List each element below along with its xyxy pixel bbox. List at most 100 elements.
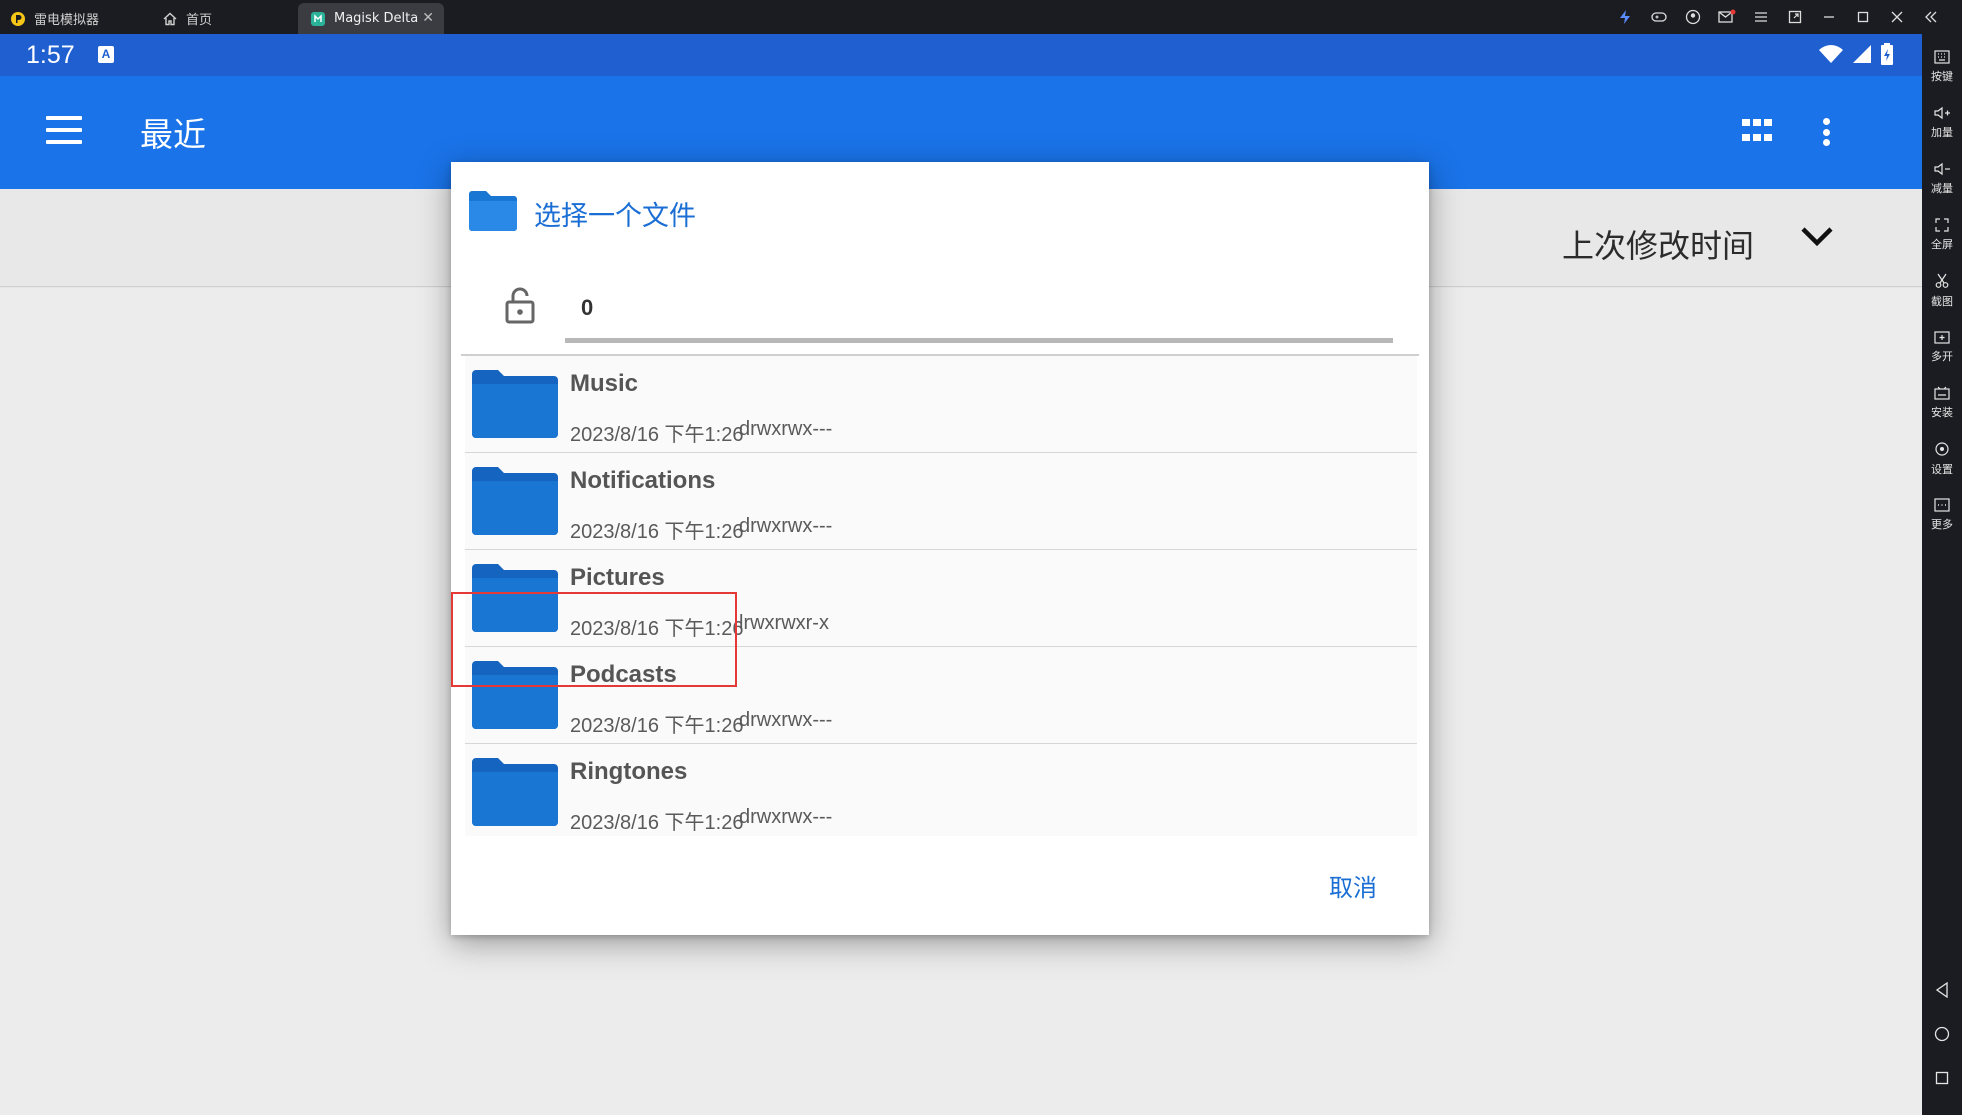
apk-install-icon — [1934, 386, 1950, 400]
tab-close-icon[interactable]: ✕ — [422, 10, 434, 26]
home-icon — [162, 11, 178, 27]
minimize-icon[interactable] — [1812, 0, 1846, 34]
folder-icon — [471, 756, 559, 832]
path-input[interactable]: 0 — [581, 295, 593, 321]
unlock-icon[interactable] — [505, 286, 535, 328]
file-name: Notifications — [570, 467, 716, 494]
sort-label[interactable]: 上次修改时间 — [1562, 221, 1754, 267]
tab-magisk-delta[interactable]: Magisk Delta ✕ — [298, 3, 444, 34]
tab-label: 首页 — [186, 13, 213, 28]
settings-icon — [1935, 442, 1949, 456]
tab-label: Magisk Delta — [334, 11, 419, 26]
sidebar-fullscreen-button[interactable]: 全屏 — [1922, 210, 1962, 260]
sidebar-volume-up-button[interactable]: 加量 — [1922, 98, 1962, 148]
sidebar-label: 加量 — [1931, 126, 1953, 139]
grid-view-icon[interactable] — [1742, 119, 1772, 145]
file-permissions: drwxrwx--- — [739, 709, 833, 731]
emulator-sidebar: 按键 加量 减量 全屏 截图 多开 安装 设置 更多 — [1922, 34, 1962, 1115]
sidebar-screenshot-button[interactable]: 截图 — [1922, 266, 1962, 316]
file-permissions: drwxrwx--- — [739, 806, 833, 828]
signal-icon — [1853, 45, 1871, 63]
sidebar-label: 安装 — [1931, 406, 1953, 419]
file-date: 2023/8/16 下午1:26 — [570, 812, 744, 834]
tab-home[interactable]: 首页 — [162, 3, 212, 34]
file-name: Ringtones — [570, 758, 688, 785]
cancel-button[interactable]: 取消 — [1329, 868, 1377, 903]
nav-home-button[interactable] — [1922, 1014, 1962, 1054]
hamburger-icon[interactable] — [1744, 0, 1778, 34]
sidebar-multi-instance-button[interactable]: 多开 — [1922, 322, 1962, 372]
list-item[interactable]: Podcasts 2023/8/16 下午1:26 drwxrwx--- — [465, 647, 1417, 744]
list-item[interactable]: Pictures 2023/8/16 下午1:26 lrwxrwxr-x — [465, 550, 1417, 647]
android-status-bar: 1:57 A — [0, 34, 1922, 76]
tab-label: 雷电模拟器 — [34, 13, 100, 28]
folder-icon — [467, 188, 519, 236]
magisk-app-icon — [310, 11, 326, 27]
sidebar-label: 截图 — [1931, 295, 1953, 308]
file-list: Music 2023/8/16 下午1:26 drwxrwx--- Notifi… — [465, 356, 1417, 836]
battery-icon — [1881, 43, 1893, 65]
sidebar-label: 多开 — [1931, 350, 1953, 363]
list-item[interactable]: Notifications 2023/8/16 下午1:26 drwxrwx--… — [465, 453, 1417, 550]
file-name: Podcasts — [570, 661, 677, 688]
sidebar-settings-button[interactable]: 设置 — [1922, 434, 1962, 484]
folder-icon — [471, 465, 559, 541]
notification-a-icon: A — [98, 46, 114, 63]
wifi-icon — [1819, 45, 1843, 63]
sidebar-more-button[interactable]: 更多 — [1922, 490, 1962, 540]
volume-down-icon — [1934, 162, 1950, 176]
chevron-down-icon[interactable] — [1800, 225, 1834, 251]
page-title: 最近 — [140, 115, 206, 154]
sidebar-keyboard-button[interactable]: 按键 — [1922, 42, 1962, 92]
scissors-icon — [1935, 273, 1949, 288]
sidebar-label: 设置 — [1931, 463, 1953, 476]
close-icon[interactable] — [1880, 0, 1914, 34]
sidebar-label: 减量 — [1931, 182, 1953, 195]
path-input-underline — [565, 338, 1393, 343]
file-permissions: drwxrwx--- — [739, 418, 833, 440]
file-date: 2023/8/16 下午1:26 — [570, 521, 744, 543]
more-icon — [1934, 498, 1950, 512]
list-item[interactable]: Music 2023/8/16 下午1:26 drwxrwx--- — [465, 356, 1417, 453]
mail-icon[interactable] — [1710, 0, 1744, 34]
account-icon[interactable] — [1676, 0, 1710, 34]
file-permissions: lrwxrwxr-x — [739, 612, 829, 634]
lightning-icon[interactable] — [1608, 0, 1642, 34]
popout-icon[interactable] — [1778, 0, 1812, 34]
back-icon — [1935, 982, 1948, 998]
folder-icon — [471, 562, 559, 638]
folder-icon — [471, 659, 559, 735]
file-date: 2023/8/16 下午1:26 — [570, 424, 744, 446]
sidebar-label: 按键 — [1931, 70, 1953, 83]
menu-icon[interactable] — [46, 116, 82, 146]
home-circle-icon — [1934, 1026, 1950, 1042]
sidebar-label: 更多 — [1931, 518, 1953, 531]
file-date: 2023/8/16 下午1:26 — [570, 715, 744, 737]
list-item[interactable]: Ringtones 2023/8/16 下午1:26 drwxrwx--- — [465, 744, 1417, 841]
volume-up-icon — [1934, 106, 1950, 120]
emulator-title-bar: 雷电模拟器 首页 Magisk Delta ✕ — [0, 0, 1962, 34]
file-date: 2023/8/16 下午1:26 — [570, 618, 744, 640]
sidebar-volume-down-button[interactable]: 减量 — [1922, 154, 1962, 204]
tab-leidian[interactable]: 雷电模拟器 — [10, 3, 99, 34]
file-permissions: drwxrwx--- — [739, 515, 833, 537]
fullscreen-icon — [1935, 218, 1949, 232]
gamepad-icon[interactable] — [1642, 0, 1676, 34]
nav-recents-button[interactable] — [1922, 1058, 1962, 1098]
multi-instance-icon — [1934, 331, 1950, 344]
status-time: 1:57 — [26, 41, 75, 69]
recents-icon — [1935, 1071, 1949, 1085]
keyboard-icon — [1934, 50, 1950, 64]
sidebar-label: 全屏 — [1931, 238, 1953, 251]
file-name: Music — [570, 370, 639, 397]
collapse-sidebar-icon[interactable] — [1914, 0, 1948, 34]
folder-icon — [471, 368, 559, 444]
sidebar-install-button[interactable]: 安装 — [1922, 378, 1962, 428]
maximize-icon[interactable] — [1846, 0, 1880, 34]
file-chooser-dialog: 选择一个文件 0 Music 2023/8/16 下午1:26 drwxrwx-… — [451, 162, 1429, 935]
nav-back-button[interactable] — [1922, 970, 1962, 1010]
leidian-logo-icon — [10, 11, 26, 27]
dialog-title: 选择一个文件 — [534, 201, 696, 232]
file-name: Pictures — [570, 564, 665, 591]
overflow-menu-icon[interactable] — [1822, 118, 1830, 146]
